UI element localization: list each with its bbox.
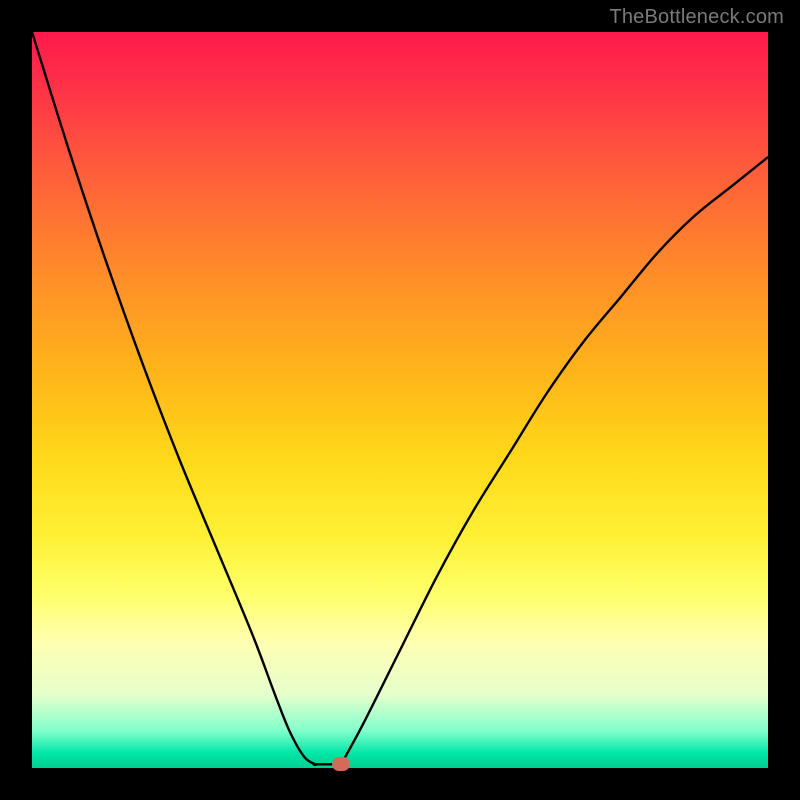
bottleneck-curve xyxy=(32,32,768,768)
minimum-marker xyxy=(332,757,350,771)
chart-frame: TheBottleneck.com xyxy=(0,0,800,800)
plot-area xyxy=(32,32,768,768)
watermark-text: TheBottleneck.com xyxy=(609,6,784,29)
